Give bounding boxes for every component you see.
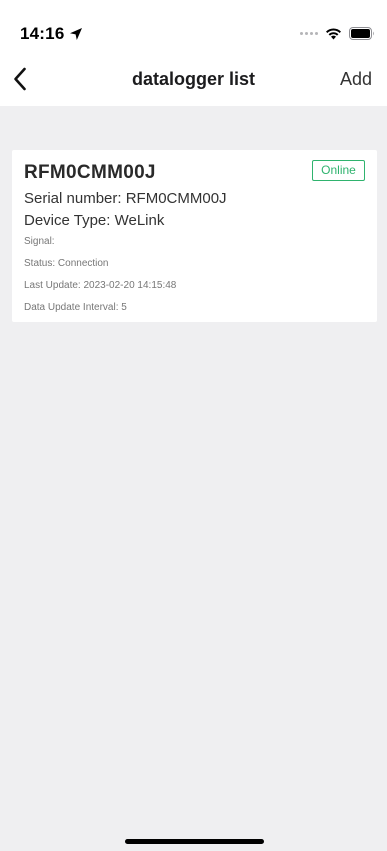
status-bar: 14:16 bbox=[0, 0, 387, 54]
datalogger-card[interactable]: RFM0CMM00J Online Serial number: RFM0CMM… bbox=[12, 150, 377, 322]
last-update: Last Update: 2023-02-20 14:15:48 bbox=[24, 280, 177, 291]
signal-label: Signal: bbox=[24, 236, 55, 247]
status-indicators bbox=[300, 27, 375, 40]
navigation-bar: datalogger list Add bbox=[0, 56, 387, 102]
connection-status: Status: Connection bbox=[24, 258, 109, 269]
datalogger-name: RFM0CMM00J bbox=[24, 162, 156, 183]
add-button[interactable]: Add bbox=[340, 69, 372, 90]
location-arrow-icon bbox=[70, 28, 83, 40]
data-update-interval: Data Update Interval: 5 bbox=[24, 302, 127, 313]
device-type: Device Type: WeLink bbox=[24, 212, 165, 229]
signal-dots-icon bbox=[300, 32, 318, 35]
status-time-group: 14:16 bbox=[20, 24, 83, 44]
top-area: 14:16 datalogger list Add bbox=[0, 0, 387, 106]
battery-icon bbox=[349, 27, 374, 40]
status-time: 14:16 bbox=[20, 24, 65, 43]
home-indicator[interactable] bbox=[125, 839, 264, 844]
serial-number: Serial number: RFM0CMM00J bbox=[24, 190, 227, 207]
page-title: datalogger list bbox=[131, 69, 256, 89]
status-badge: Online bbox=[312, 160, 365, 181]
wifi-icon bbox=[326, 28, 341, 40]
